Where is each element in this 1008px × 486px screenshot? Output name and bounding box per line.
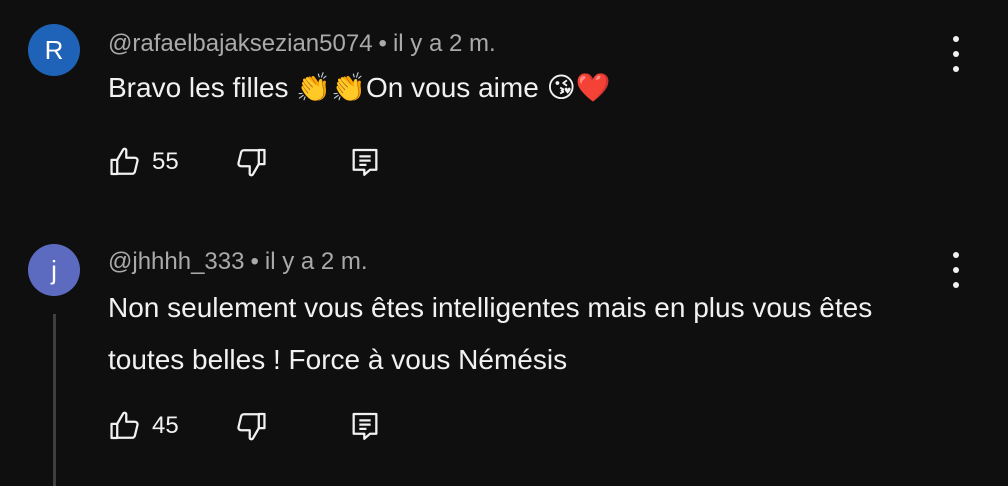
reply-button[interactable] [348,142,382,182]
thumbs-up-icon [110,411,139,440]
meta-separator: • [250,248,259,275]
reply-icon [352,148,378,176]
comment-time[interactable]: il y a 2 m. [393,30,496,57]
more-vert-icon[interactable] [944,252,968,288]
avatar-letter: R [44,34,64,65]
clapping-hands-emoji: 👏👏 [296,71,367,104]
comment-meta: @jhhhh_333 • il y a 2 m. [108,248,368,276]
comment-text-segment: Bravo les filles [108,72,297,103]
comment-item: j @jhhhh_333 • il y a 2 m. Non seulement v… [0,220,1008,486]
dislike-button[interactable] [234,142,268,182]
like-count: 45 [152,412,179,439]
comment-time[interactable]: il y a 2 m. [265,248,368,275]
comment-author[interactable]: @jhhhh_333 [108,248,244,275]
comment-text-segment: On vous aime [366,72,547,103]
thumbs-down-icon [237,148,266,177]
more-vert-icon[interactable] [944,36,968,72]
comment-author[interactable]: @rafaelbajaksezian5074 [108,30,373,57]
avatar-letter: j [51,254,57,285]
comment-actions: 45 [108,406,428,446]
like-count: 55 [152,148,179,175]
reply-button[interactable] [348,406,382,446]
comment-item: R @rafaelbajaksezian5074 • il y a 2 m. Bra… [0,0,1008,220]
thumbs-up-icon [110,147,139,176]
kiss-heart-emoji: 😘❤️ [546,71,611,104]
thumbs-down-icon [237,412,266,441]
comment-meta: @rafaelbajaksezian5074 • il y a 2 m. [108,30,496,58]
avatar[interactable]: j [28,244,80,296]
thread-line [53,314,56,486]
reply-icon [352,412,378,440]
like-button[interactable]: 45 [108,406,179,446]
meta-separator: • [378,30,387,57]
like-button[interactable]: 55 [108,142,179,182]
dislike-button[interactable] [234,406,268,446]
comment-actions: 55 [108,142,428,182]
comment-text: Bravo les filles 👏👏On vous aime 😘❤️ [108,64,948,112]
avatar[interactable]: R [28,24,80,76]
comment-text: Non seulement vous êtes intelligentes ma… [108,292,873,375]
